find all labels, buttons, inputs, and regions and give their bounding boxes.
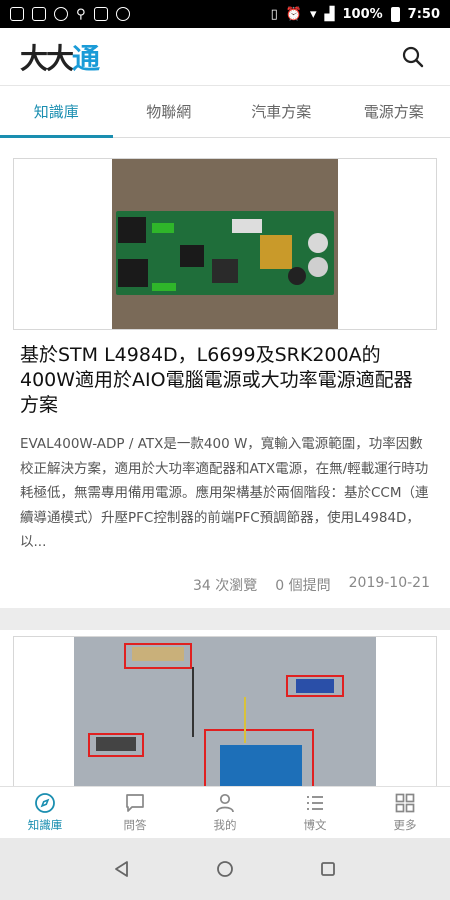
- wire: [192, 667, 194, 737]
- wifi-icon: ▾: [309, 6, 317, 22]
- sensor-circuit-photo: [74, 637, 376, 786]
- signal-icon: ▟: [324, 6, 335, 22]
- app-logo[interactable]: 大大通: [20, 37, 100, 77]
- nav-qa[interactable]: 問答: [90, 787, 180, 838]
- pcb-component: [212, 259, 238, 283]
- article-excerpt: EVAL400W-ADP / ATX是一款400 W，寬輸入電源範圍，功率因數校…: [20, 436, 429, 550]
- home-icon: [217, 861, 233, 877]
- status-bar: ⚲ ▯ ⏰ ▾ ▟ 100% 7:50: [0, 0, 450, 28]
- nav-knowledge[interactable]: 知識庫: [0, 787, 90, 838]
- pcb-transformer: [260, 235, 292, 269]
- pcb-component: [232, 219, 262, 233]
- recents-icon: [321, 862, 336, 876]
- pcb-capacitor: [308, 233, 328, 253]
- home-button[interactable]: [210, 854, 240, 884]
- search-button[interactable]: [396, 40, 430, 74]
- pcb-photo: [112, 159, 338, 329]
- nav-more[interactable]: 更多: [360, 787, 450, 838]
- question-count: 0 個提問: [275, 578, 331, 594]
- clock: 7:50: [407, 6, 440, 22]
- logo-text-part1: 大大: [20, 41, 74, 75]
- chat-icon: [124, 792, 146, 814]
- article-card[interactable]: [0, 630, 450, 786]
- article-meta: 34 次瀏覽 0 個提問 2019-10-21: [193, 575, 430, 595]
- status-system: ▯ ⏰ ▾ ▟ 100% 7:50: [270, 6, 440, 22]
- compass-icon: [34, 792, 56, 814]
- pcb-component: [118, 217, 146, 243]
- list-icon: [304, 792, 326, 814]
- article-thumbnail[interactable]: [13, 158, 437, 330]
- soil-sensor: [132, 647, 184, 661]
- arduino-board: [220, 745, 302, 786]
- nav-label: 我的: [213, 818, 237, 832]
- app-header: 大大通: [0, 28, 450, 86]
- publish-date: 2019-10-21: [348, 575, 430, 591]
- article-thumbnail[interactable]: [13, 636, 437, 786]
- vibrate-icon: ▯: [270, 6, 278, 22]
- notification-icon: [10, 7, 24, 21]
- alarm-icon: ⏰: [285, 6, 302, 22]
- notification-icon: [32, 7, 46, 21]
- pcb-connector: [152, 283, 176, 291]
- pcb-capacitor: [308, 257, 328, 277]
- skype-icon: [54, 7, 68, 21]
- battery-icon: [390, 6, 400, 22]
- tab-automotive[interactable]: 汽車方案: [225, 86, 338, 137]
- logo-text-part2: 通: [72, 41, 100, 75]
- system-navigation: [0, 838, 450, 900]
- wire: [244, 697, 246, 743]
- back-button[interactable]: [107, 854, 137, 884]
- image-icon: [93, 7, 108, 21]
- tab-power[interactable]: 電源方案: [338, 86, 450, 137]
- nav-profile[interactable]: 我的: [180, 787, 270, 838]
- sensor-module: [296, 679, 334, 693]
- app-icon: [115, 7, 130, 21]
- usb-icon: ⚲: [76, 6, 86, 22]
- pump-module: [96, 737, 136, 751]
- tab-iot[interactable]: 物聯網: [113, 86, 226, 137]
- nav-label: 知識庫: [27, 818, 63, 832]
- nav-label: 博文: [303, 818, 327, 832]
- nav-label: 問答: [123, 818, 147, 832]
- pcb-capacitor: [288, 267, 306, 285]
- pcb-component: [118, 259, 148, 287]
- article-card[interactable]: 基於STM L4984D，L6699及SRK200A的400W適用於AIO電腦電…: [0, 138, 450, 608]
- nav-label: 更多: [393, 818, 417, 832]
- pcb-connector: [152, 223, 174, 233]
- back-icon: [114, 861, 128, 877]
- tab-knowledge[interactable]: 知識庫: [0, 86, 113, 138]
- battery-percent: 100%: [342, 6, 383, 22]
- grid-icon: [394, 792, 416, 814]
- status-notifications: ⚲: [10, 7, 130, 22]
- pcb-component: [180, 245, 204, 267]
- category-tabs: 知識庫 物聯網 汽車方案 電源方案: [0, 86, 450, 138]
- recents-button[interactable]: [313, 854, 343, 884]
- bottom-navigation: 知識庫 問答 我的 博文 更多: [0, 786, 450, 838]
- view-count: 34 次瀏覽: [193, 578, 258, 594]
- person-icon: [214, 792, 236, 814]
- search-icon: [402, 46, 424, 67]
- article-feed[interactable]: 基於STM L4984D，L6699及SRK200A的400W適用於AIO電腦電…: [0, 138, 450, 786]
- nav-blog[interactable]: 博文: [270, 787, 360, 838]
- article-title[interactable]: 基於STM L4984D，L6699及SRK200A的400W適用於AIO電腦電…: [20, 343, 430, 418]
